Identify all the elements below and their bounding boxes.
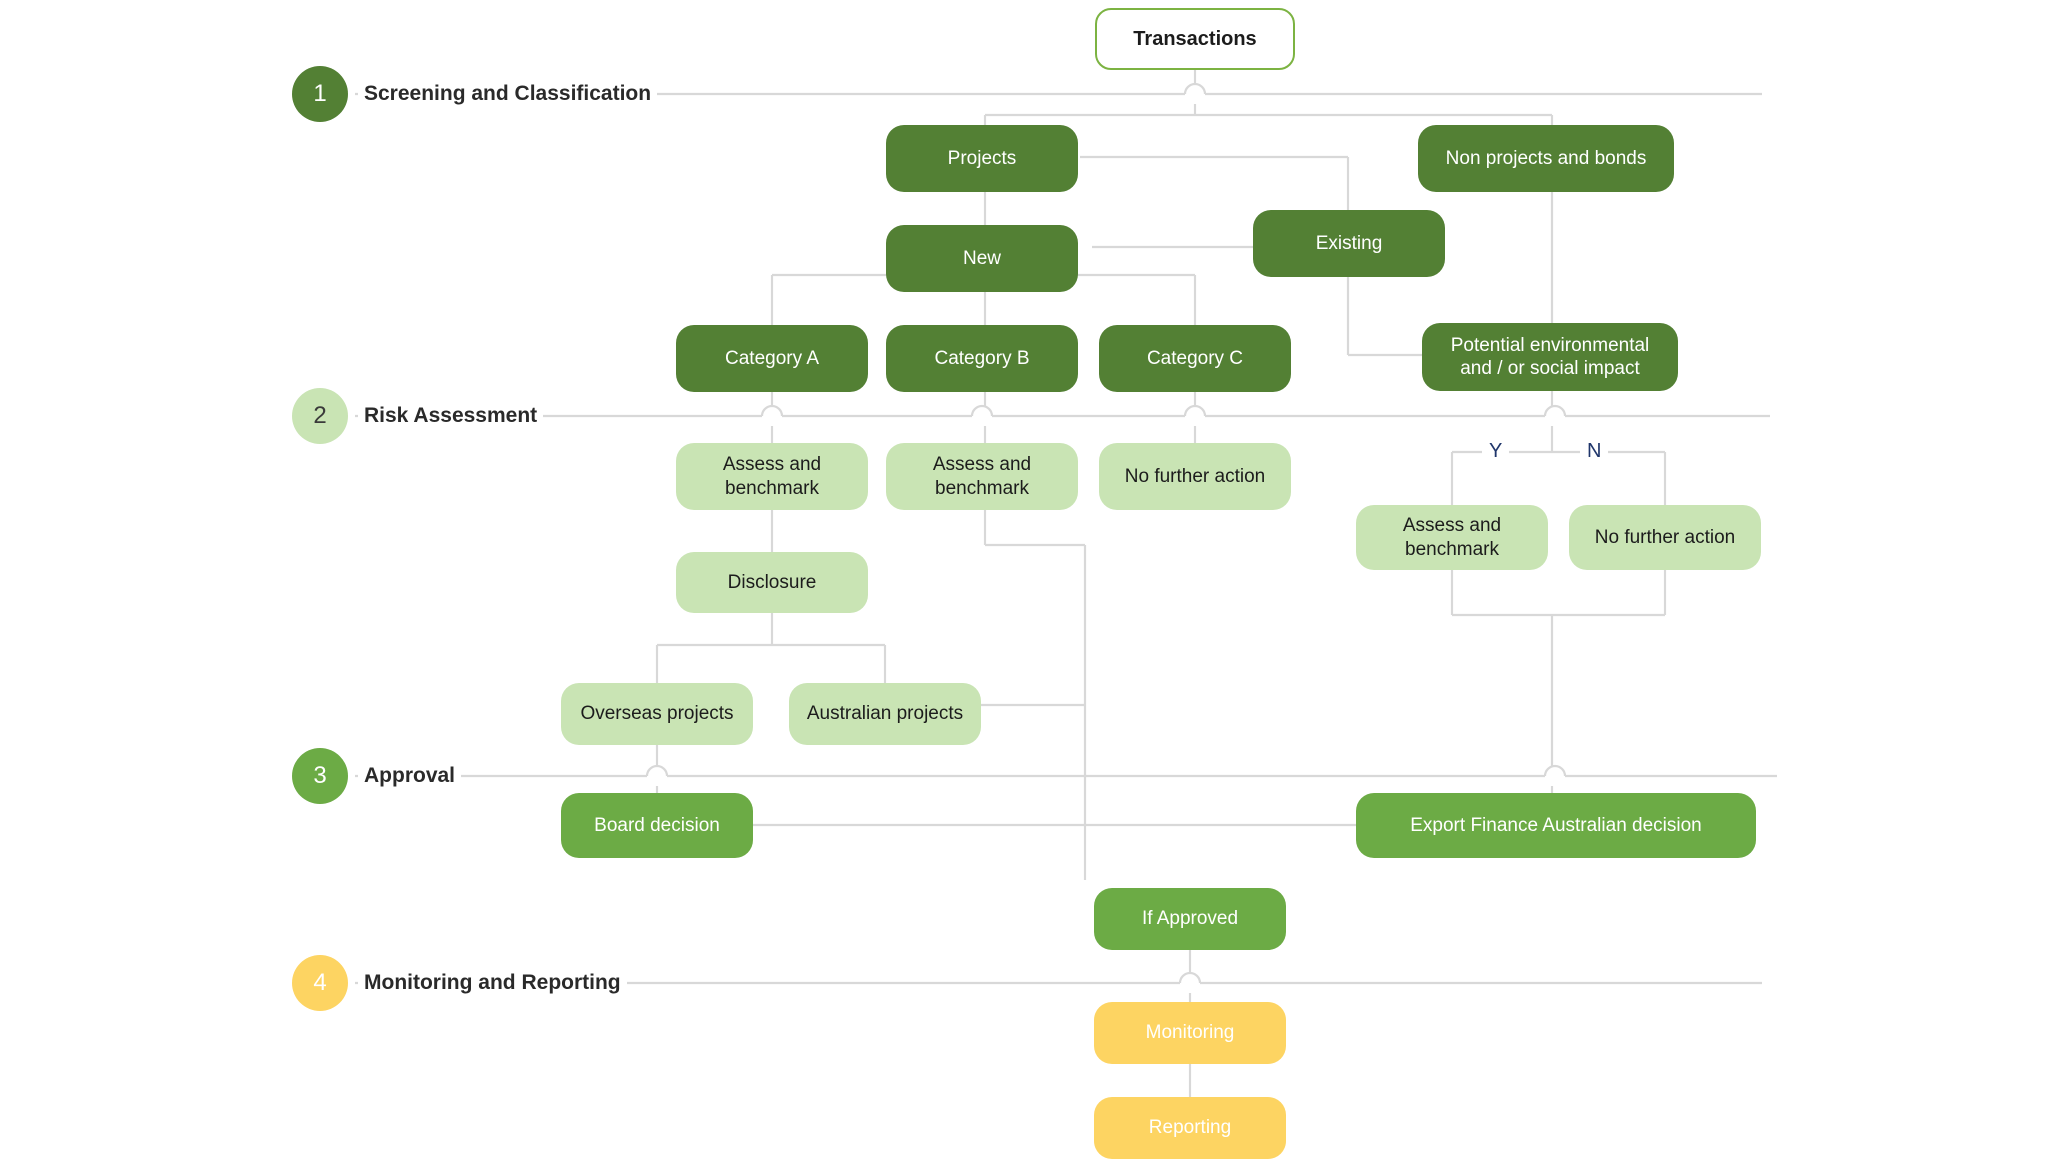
node-assess-benchmark-a[interactable]: Assess and benchmark: [676, 443, 868, 510]
node-existing-label: Existing: [1315, 232, 1383, 254]
section-marker-3[interactable]: 3 Approval: [292, 748, 462, 804]
node-assess-benchmark-y[interactable]: Assess and benchmark: [1356, 505, 1548, 570]
node-category-b[interactable]: Category B: [886, 325, 1078, 392]
node-assess-benchmark-b[interactable]: Assess and benchmark: [886, 443, 1078, 510]
node-transactions-label: Transactions: [1133, 27, 1257, 50]
node-board-decision[interactable]: Board decision: [561, 793, 753, 858]
section-marker-1[interactable]: 1 Screening and Classification: [292, 66, 658, 122]
node-overseas-projects[interactable]: Overseas projects: [561, 683, 753, 745]
edge-label-yes: Y: [1482, 440, 1510, 463]
node-category-a[interactable]: Category A: [676, 325, 868, 392]
node-board-decision-label: Board decision: [594, 814, 720, 836]
node-transactions[interactable]: Transactions: [1095, 8, 1295, 70]
node-assess-benchmark-a-line2: benchmark: [725, 477, 819, 499]
section-badge-4: 4: [292, 955, 348, 1011]
node-reporting-label: Reporting: [1148, 1117, 1232, 1139]
node-category-c-label: Category C: [1146, 347, 1244, 369]
node-projects-label: Projects: [947, 147, 1017, 169]
node-assess-benchmark-y-line1: Assess and: [1402, 515, 1502, 537]
node-potential-impact[interactable]: Potential environmental and / or social …: [1422, 323, 1678, 391]
node-no-further-action-n-label: No further action: [1594, 526, 1736, 548]
node-monitoring[interactable]: Monitoring: [1094, 1002, 1286, 1064]
node-disclosure[interactable]: Disclosure: [676, 552, 868, 613]
flowchart-canvas: Transactions Projects Non projects and b…: [0, 0, 2048, 1159]
node-export-finance-decision[interactable]: Export Finance Australian decision: [1356, 793, 1756, 858]
node-category-b-label: Category B: [934, 347, 1030, 369]
node-no-further-action-c-label: No further action: [1124, 465, 1266, 487]
section-label-3: Approval: [358, 764, 462, 788]
section-marker-2[interactable]: 2 Risk Assessment: [292, 388, 544, 444]
section-badge-3-number: 3: [313, 762, 327, 789]
section-marker-4[interactable]: 4 Monitoring and Reporting: [292, 955, 627, 1011]
node-potential-impact-line2: and / or social impact: [1460, 358, 1640, 379]
section-badge-2: 2: [292, 388, 348, 444]
section-badge-3: 3: [292, 748, 348, 804]
node-category-c[interactable]: Category C: [1099, 325, 1291, 392]
node-disclosure-label: Disclosure: [727, 571, 817, 593]
node-if-approved[interactable]: If Approved: [1094, 888, 1286, 950]
section-badge-2-number: 2: [313, 402, 327, 429]
node-new[interactable]: New: [886, 225, 1078, 292]
node-assess-benchmark-y-line2: benchmark: [1405, 538, 1499, 560]
node-overseas-projects-label: Overseas projects: [580, 703, 734, 725]
section-badge-1-number: 1: [313, 80, 327, 107]
node-reporting[interactable]: Reporting: [1094, 1097, 1286, 1159]
node-no-further-action-n[interactable]: No further action: [1569, 505, 1761, 570]
section-badge-1: 1: [292, 66, 348, 122]
edge-label-no-text: N: [1587, 440, 1602, 462]
node-assess-benchmark-b-line1: Assess and: [932, 454, 1032, 476]
node-assess-benchmark-a-line1: Assess and: [722, 454, 822, 476]
node-if-approved-label: If Approved: [1141, 908, 1239, 930]
section-label-1: Screening and Classification: [358, 82, 658, 106]
node-monitoring-label: Monitoring: [1145, 1022, 1235, 1044]
node-non-projects-and-bonds-label: Non projects and bonds: [1445, 147, 1647, 169]
section-badge-4-number: 4: [313, 969, 327, 996]
node-existing[interactable]: Existing: [1253, 210, 1445, 277]
node-australian-projects-label: Australian projects: [806, 703, 964, 725]
node-potential-impact-line1: Potential environmental: [1450, 334, 1650, 356]
edge-label-no: N: [1580, 440, 1609, 463]
node-australian-projects[interactable]: Australian projects: [789, 683, 981, 745]
node-projects[interactable]: Projects: [886, 125, 1078, 192]
node-assess-benchmark-b-line2: benchmark: [935, 477, 1029, 499]
node-no-further-action-c[interactable]: No further action: [1099, 443, 1291, 510]
node-category-a-label: Category A: [725, 347, 819, 369]
node-new-label: New: [962, 247, 1001, 269]
section-label-4: Monitoring and Reporting: [358, 971, 627, 995]
section-label-2: Risk Assessment: [358, 404, 544, 428]
node-non-projects-and-bonds[interactable]: Non projects and bonds: [1418, 125, 1674, 192]
edge-label-yes-text: Y: [1489, 440, 1503, 462]
node-export-finance-decision-label: Export Finance Australian decision: [1410, 814, 1702, 836]
